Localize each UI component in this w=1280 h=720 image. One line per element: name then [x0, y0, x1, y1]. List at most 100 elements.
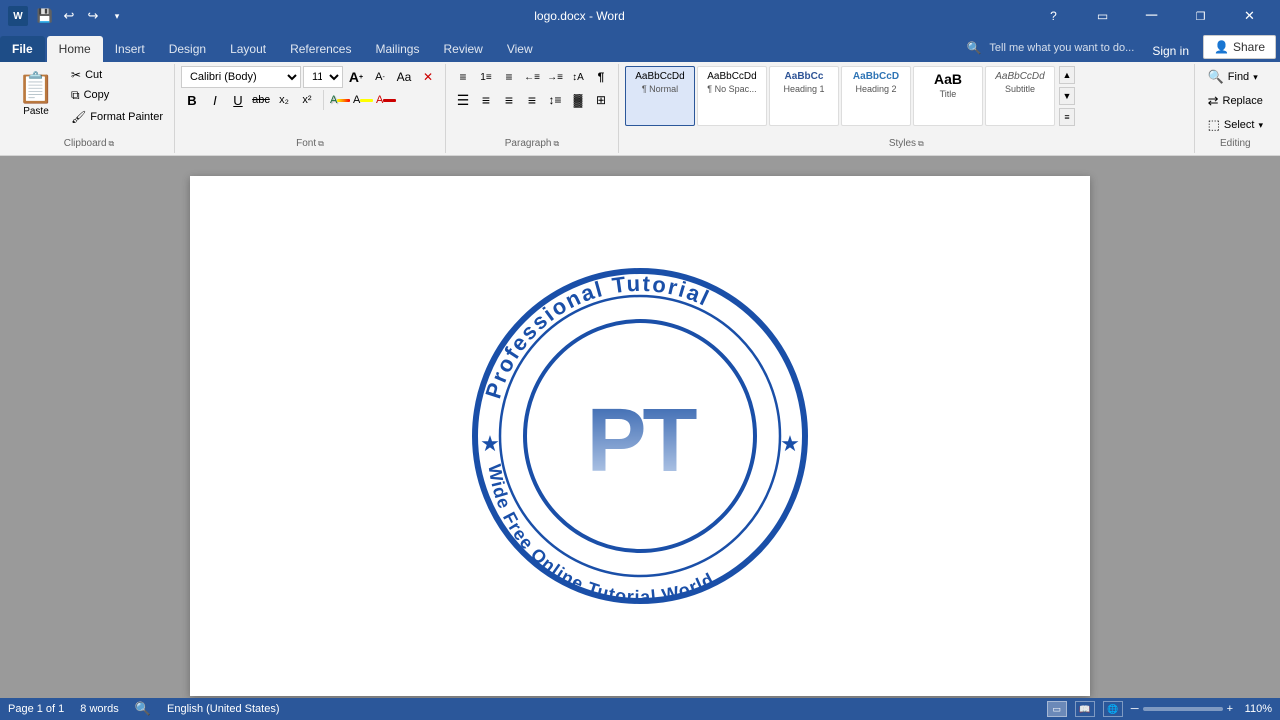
styles-scroll-up[interactable]: ▲ [1059, 66, 1075, 84]
zoom-out-icon[interactable]: ─ [1131, 703, 1139, 715]
font-name-selector[interactable]: Calibri (Body) [181, 66, 301, 88]
select-dropdown-icon: ▾ [1258, 120, 1263, 131]
clear-formatting-button[interactable]: ✕ [417, 66, 439, 88]
tab-mailings[interactable]: Mailings [363, 36, 431, 62]
copy-icon: ⧉ [71, 88, 80, 103]
status-left: Page 1 of 1 8 words 🔍 English (United St… [8, 701, 280, 717]
underline-button[interactable]: U [227, 89, 249, 111]
bold-button[interactable]: B [181, 89, 203, 111]
status-right: ▭ 📖 🌐 ─ + 110% [1047, 701, 1272, 717]
highlight-button[interactable]: A [352, 89, 374, 111]
justify-button[interactable]: ≡ [521, 89, 543, 111]
share-button[interactable]: 👤 Share [1203, 35, 1276, 59]
line-spacing-button[interactable]: ↕≡ [544, 89, 566, 111]
save-button[interactable]: 💾 [34, 5, 56, 27]
paragraph-expand[interactable]: ⧉ [553, 139, 559, 149]
print-layout-button[interactable]: ▭ [1047, 701, 1067, 717]
style-heading1[interactable]: AaBbCc Heading 1 [769, 66, 839, 126]
logo-svg: Professional Tutorial Wide Free Online T… [460, 256, 820, 616]
styles-group: AaBbCcDd ¶ Normal AaBbCcDd ¶ No Spac... … [619, 64, 1195, 153]
paste-button[interactable]: 📋 Paste [10, 66, 62, 122]
font-grow-button[interactable]: A+ [345, 66, 367, 88]
strikethrough-button[interactable]: abc [250, 89, 272, 111]
superscript-button[interactable]: x² [296, 89, 318, 111]
close-button[interactable]: ✕ [1227, 5, 1272, 27]
sign-in-button[interactable]: Sign in [1142, 40, 1199, 62]
select-button[interactable]: ⬚ Select ▾ [1201, 114, 1270, 136]
status-bar: Page 1 of 1 8 words 🔍 English (United St… [0, 698, 1280, 720]
styles-more[interactable]: ≡ [1059, 108, 1075, 126]
quick-access-dropdown[interactable]: ▾ [106, 5, 128, 27]
italic-button[interactable]: I [204, 89, 226, 111]
undo-button[interactable]: ↩ [58, 5, 80, 27]
restore-button[interactable]: ❐ [1178, 5, 1223, 27]
find-button[interactable]: 🔍 Find ▾ [1201, 66, 1265, 88]
language: English (United States) [167, 703, 280, 715]
style-no-spacing[interactable]: AaBbCcDd ¶ No Spac... [697, 66, 767, 126]
editing-label: Editing [1201, 136, 1270, 151]
read-mode-button[interactable]: 📖 [1075, 701, 1095, 717]
style-normal[interactable]: AaBbCcDd ¶ Normal [625, 66, 695, 126]
decrease-indent-button[interactable]: ←≡ [521, 66, 543, 88]
zoom-in-icon[interactable]: + [1227, 703, 1233, 715]
change-case-button[interactable]: Aa [393, 66, 415, 88]
styles-scroll-down[interactable]: ▼ [1059, 87, 1075, 105]
tab-review[interactable]: Review [431, 36, 494, 62]
format-painter-button[interactable]: 🖌 Format Painter [66, 108, 168, 126]
style-heading1-preview: AaBbCc [785, 71, 824, 82]
paste-icon: 📋 [17, 71, 54, 106]
paragraph-label: Paragraph ⧉ [452, 136, 612, 151]
minimize-button[interactable]: ─ [1129, 5, 1174, 27]
style-title[interactable]: AaB Title [913, 66, 983, 126]
tell-me-icon[interactable]: 🔍 [963, 37, 985, 59]
tab-design[interactable]: Design [157, 36, 218, 62]
font-color-button[interactable]: A [375, 89, 397, 111]
tab-layout[interactable]: Layout [218, 36, 278, 62]
text-effects-button[interactable]: A [329, 89, 351, 111]
word-icon: W [8, 6, 28, 26]
tab-references[interactable]: References [278, 36, 363, 62]
help-button[interactable]: ? [1031, 5, 1076, 27]
align-center-button[interactable]: ≡ [475, 89, 497, 111]
star-left: ★ [480, 431, 500, 456]
title-bar: W 💾 ↩ ↪ ▾ logo.docx - Word ? ▭ ─ ❐ ✕ [0, 0, 1280, 32]
font-expand[interactable]: ⧉ [318, 139, 324, 149]
subscript-button[interactable]: x₂ [273, 89, 295, 111]
tab-file[interactable]: File [0, 36, 45, 62]
bullets-button[interactable]: ≡ [452, 66, 474, 88]
numbering-button[interactable]: 1≡ [475, 66, 497, 88]
clipboard-content: 📋 Paste ✂ Cut ⧉ Copy 🖌 [10, 66, 168, 136]
font-divider [323, 90, 324, 110]
borders-button[interactable]: ⊞ [590, 89, 612, 111]
sort-button[interactable]: ↕A [567, 66, 589, 88]
tab-home[interactable]: Home [47, 36, 103, 62]
tab-insert[interactable]: Insert [103, 36, 157, 62]
align-left-button[interactable]: ☰ [452, 89, 474, 111]
tab-view[interactable]: View [495, 36, 545, 62]
redo-button[interactable]: ↪ [82, 5, 104, 27]
zoom-level[interactable]: 110% [1237, 703, 1272, 715]
replace-button[interactable]: ⇄ Replace [1201, 90, 1270, 112]
cut-button[interactable]: ✂ Cut [66, 66, 168, 84]
show-hide-button[interactable]: ¶ [590, 66, 612, 88]
font-size-selector[interactable]: 11 [303, 66, 343, 88]
styles-expand[interactable]: ⧉ [918, 139, 924, 149]
document-area: Professional Tutorial Wide Free Online T… [0, 156, 1280, 698]
copy-button[interactable]: ⧉ Copy [66, 86, 168, 104]
align-right-button[interactable]: ≡ [498, 89, 520, 111]
clipboard-expand[interactable]: ⧉ [109, 139, 115, 149]
ribbon-content: 📋 Paste ✂ Cut ⧉ Copy 🖌 [0, 62, 1280, 156]
center-text: PT [586, 391, 697, 491]
font-shrink-button[interactable]: A- [369, 66, 391, 88]
zoom-slider[interactable] [1143, 707, 1223, 711]
increase-indent-button[interactable]: →≡ [544, 66, 566, 88]
style-heading2-label: Heading 2 [855, 84, 896, 94]
multilevel-button[interactable]: ≡ [498, 66, 520, 88]
web-layout-button[interactable]: 🌐 [1103, 701, 1123, 717]
ribbon-display-button[interactable]: ▭ [1080, 5, 1125, 27]
tell-me-text[interactable]: Tell me what you want to do... [989, 42, 1134, 54]
shading-button[interactable]: ▓ [567, 89, 589, 111]
style-subtitle[interactable]: AaBbCcDd Subtitle [985, 66, 1055, 126]
style-title-label: Title [940, 89, 957, 99]
style-heading2[interactable]: AaBbCcD Heading 2 [841, 66, 911, 126]
